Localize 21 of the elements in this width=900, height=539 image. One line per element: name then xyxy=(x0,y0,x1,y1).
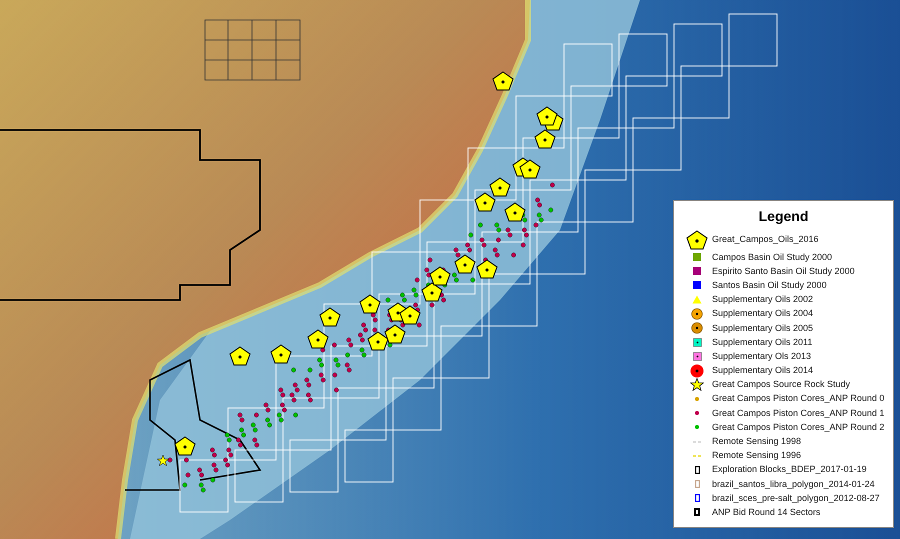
legend-label: Great_Campos_Oils_2016 xyxy=(712,235,819,244)
legend-label: Supplementary Oils 2014 xyxy=(712,366,814,376)
legend-label: Supplementary Oils 2002 xyxy=(712,295,814,304)
legend-label: Remote Sensing 1996 xyxy=(712,451,802,460)
legend-label: Remote Sensing 1998 xyxy=(712,437,802,446)
legend-label: ANP Bid Round 14 Sectors xyxy=(712,508,820,517)
legend-label: Supplementary Oils 2011 xyxy=(712,338,812,347)
legend-label: brazil_santos_libra_polygon_2014-01-24 xyxy=(712,480,875,489)
legend-label: Great Campos Piston Cores_ANP Round 2 xyxy=(712,422,884,432)
legend-title: Legend xyxy=(758,207,810,226)
legend-label: Supplementary Oils 2004 xyxy=(712,309,814,318)
legend-label: Great Campos Source Rock Study xyxy=(712,380,850,390)
legend-label: Great Campos Piston Cores_ANP Round 0 xyxy=(712,394,884,404)
legend-label: Supplementary Oils 2005 xyxy=(712,324,814,333)
legend-label: brazil_sces_pre-salt_polygon_2012-08-27 xyxy=(712,494,880,503)
legend-label: Great Campos Piston Cores_ANP Round 1 xyxy=(712,408,884,418)
legend-label: Campos Basin Oil Study 2000 xyxy=(712,252,832,262)
legend-label: Supplementary Ols 2013 xyxy=(712,352,812,361)
legend-label: Exploration Blocks_BDEP_2017-01-19 xyxy=(712,465,867,474)
legend-label: Espirito Santo Basin Oil Study 2000 xyxy=(712,266,855,276)
legend-label: Santos Basin Oil Study 2000 xyxy=(712,280,827,290)
